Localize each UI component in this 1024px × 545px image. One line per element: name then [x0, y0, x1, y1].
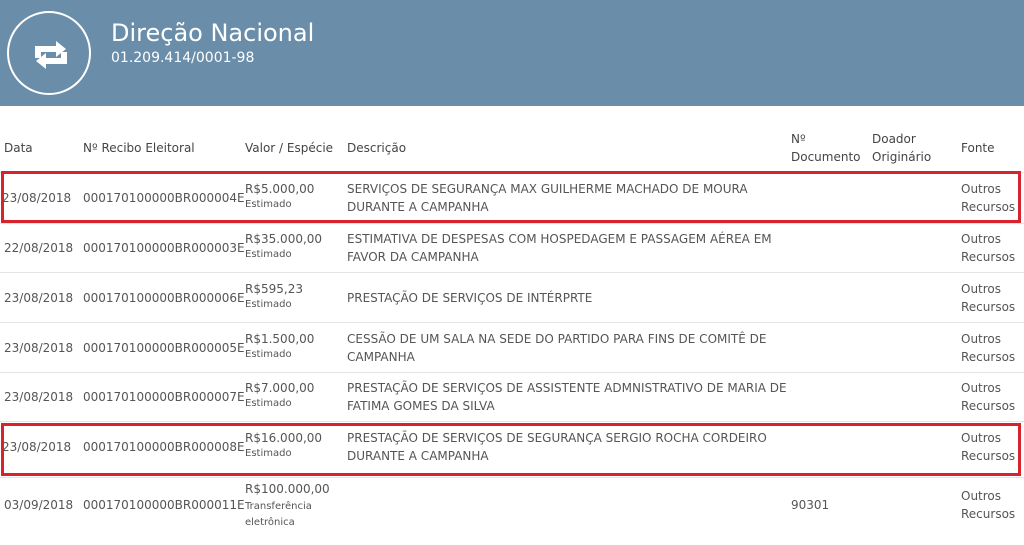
column-header-fonte: Fonte — [961, 141, 995, 155]
cell-fonte: Outros Recursos — [961, 381, 1016, 413]
table-row[interactable]: 03/09/2018 000170100000BR000011E R$100.0… — [0, 478, 1024, 545]
cell-descricao: CESSÃO DE UM SALA NA SEDE DO PARTIDO PAR… — [347, 332, 767, 364]
valor-especie: Estimado — [245, 299, 292, 310]
highlight-box — [1, 171, 1021, 223]
valor-especie: eletrônica — [245, 517, 295, 528]
cell-documento: 90301 — [791, 498, 830, 512]
valor-especie: Estimado — [245, 249, 292, 260]
valor-especie: Transferência — [245, 501, 312, 512]
cell-data: 22/08/2018 — [4, 241, 74, 255]
cell-descricao: PRESTAÇÃO DE SERVIÇOS DE INTÉRPRTE — [347, 291, 593, 305]
cell-fonte: Outros Recursos — [961, 232, 1016, 264]
table-row[interactable]: 23/08/2018 000170100000BR000007E R$7.000… — [0, 373, 1024, 423]
cell-fonte: Outros Recursos — [961, 489, 1016, 521]
cell-recibo: 000170100000BR000007E — [83, 390, 245, 404]
valor-amount: R$7.000,00 — [245, 381, 315, 395]
cell-recibo: 000170100000BR000006E — [83, 291, 245, 305]
cell-data: 23/08/2018 — [4, 291, 74, 305]
valor-especie: Estimado — [245, 349, 292, 360]
cell-valor: R$100.000,00 Transferência eletrônica — [245, 480, 330, 530]
valor-especie: Estimado — [245, 398, 292, 409]
logo-badge — [7, 11, 91, 95]
cell-valor: R$35.000,00 Estimado — [245, 230, 322, 262]
cell-recibo: 000170100000BR000011E — [83, 498, 245, 512]
cell-valor: R$595,23 Estimado — [245, 280, 303, 312]
page-header: Direção Nacional 01.209.414/0001-98 — [0, 0, 1024, 106]
column-header-recibo: Nº Recibo Eleitoral — [83, 141, 195, 155]
cell-fonte: Outros Recursos — [961, 282, 1016, 314]
cell-descricao: PRESTAÇÃO DE SERVIÇOS DE ASSISTENTE ADMN… — [347, 381, 787, 413]
cnpj-number: 01.209.414/0001-98 — [111, 50, 255, 66]
cell-valor: R$7.000,00 Estimado — [245, 379, 314, 411]
retweet-icon — [35, 41, 67, 69]
valor-amount: R$1.500,00 — [245, 332, 315, 346]
table-row[interactable]: 23/08/2018 000170100000BR000006E R$595,2… — [0, 273, 1024, 323]
column-header-valor: Valor / Espécie — [245, 141, 334, 155]
table-row[interactable]: 22/08/2018 000170100000BR000003E R$35.00… — [0, 224, 1024, 274]
valor-amount: R$35.000,00 — [245, 232, 323, 246]
cell-recibo: 000170100000BR000003E — [83, 241, 245, 255]
cell-fonte: Outros Recursos — [961, 332, 1016, 364]
column-header-data: Data — [4, 141, 33, 155]
valor-amount: R$100.000,00 — [245, 482, 330, 496]
column-header-descricao: Descrição — [347, 141, 407, 155]
cell-recibo: 000170100000BR000005E — [83, 341, 245, 355]
table-row[interactable]: 23/08/2018 000170100000BR000005E R$1.500… — [0, 323, 1024, 373]
cell-data: 23/08/2018 — [4, 341, 74, 355]
cell-data: 23/08/2018 — [4, 390, 74, 404]
highlight-box — [1, 423, 1021, 476]
column-header-doador: Doador Originário — [872, 132, 932, 164]
cell-valor: R$1.500,00 Estimado — [245, 330, 314, 362]
page-title: Direção Nacional — [111, 19, 315, 47]
column-header-documento: Nº Documento — [791, 132, 861, 164]
cell-data: 03/09/2018 — [4, 498, 74, 512]
cell-descricao: ESTIMATIVA DE DESPESAS COM HOSPEDAGEM E … — [347, 232, 772, 264]
valor-amount: R$595,23 — [245, 282, 303, 296]
